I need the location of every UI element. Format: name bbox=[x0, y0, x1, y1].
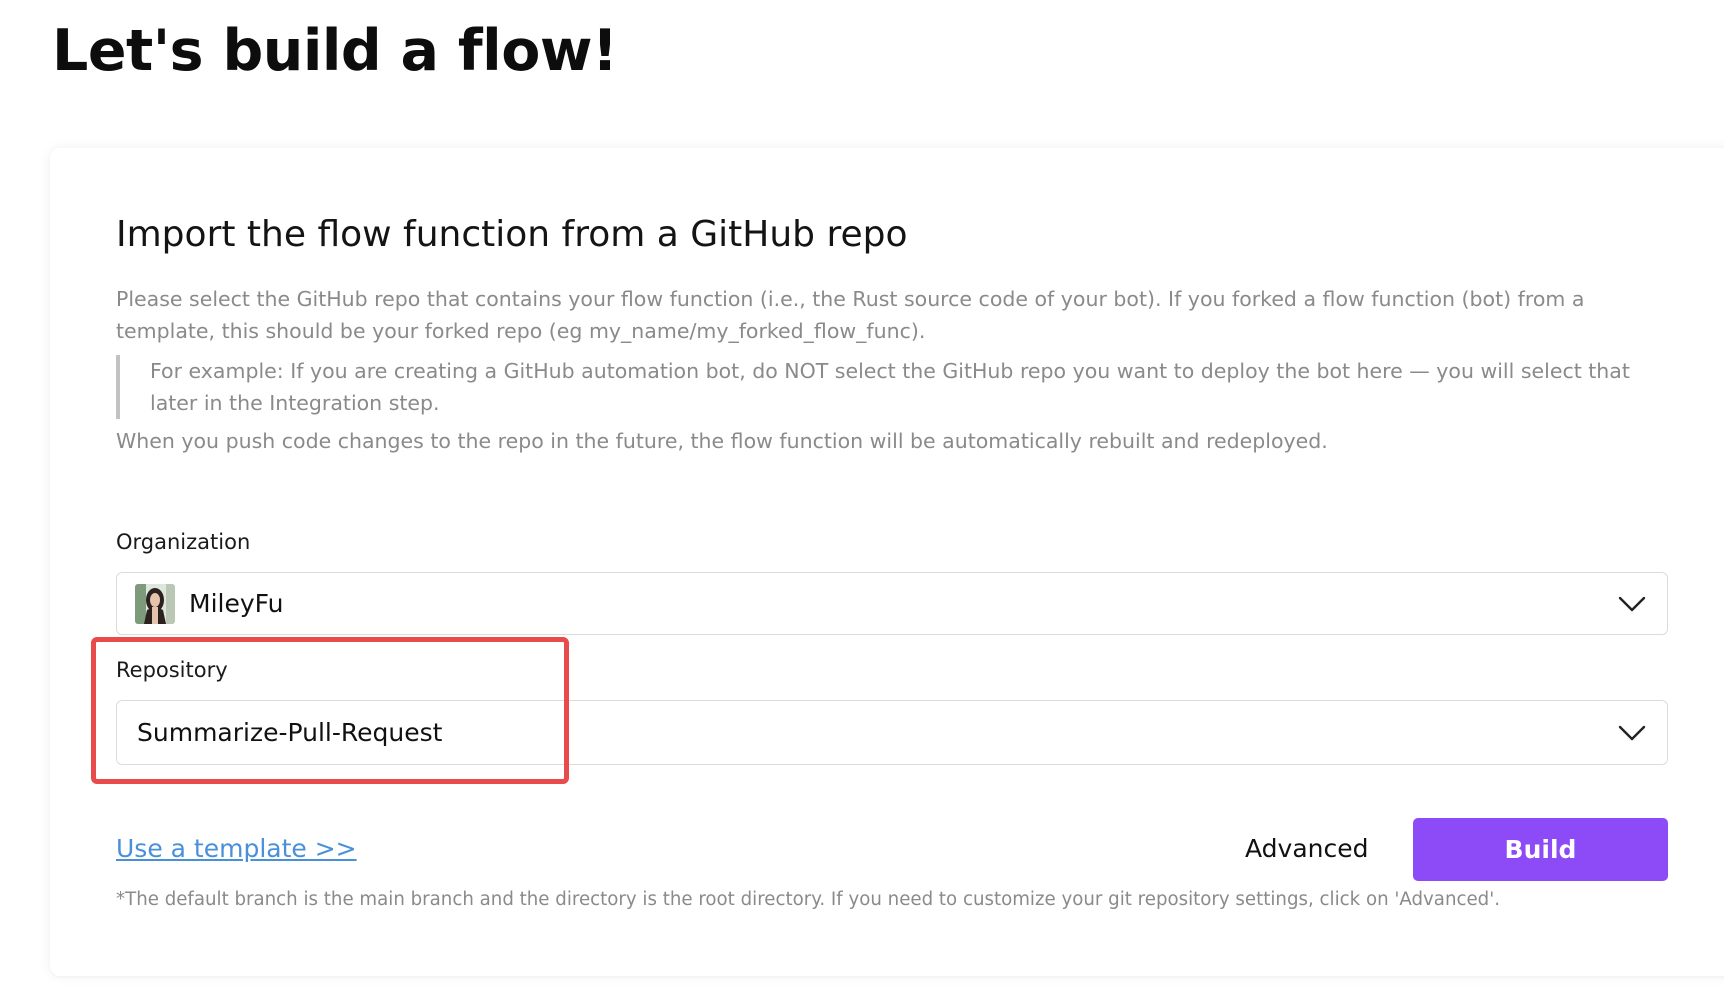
section-description: Please select the GitHub repo that conta… bbox=[116, 287, 1585, 343]
example-note: For example: If you are creating a GitHu… bbox=[116, 355, 1636, 419]
organization-value: MileyFu bbox=[189, 589, 284, 618]
chevron-down-icon bbox=[1618, 596, 1646, 611]
build-button[interactable]: Build bbox=[1413, 818, 1668, 881]
footnote: *The default branch is the main branch a… bbox=[116, 889, 1500, 910]
use-template-link[interactable]: Use a template >> bbox=[116, 834, 357, 863]
chevron-down-icon bbox=[1618, 725, 1646, 740]
repository-label: Repository bbox=[116, 658, 228, 682]
repository-select[interactable]: Summarize-Pull-Request bbox=[116, 700, 1668, 765]
advanced-button[interactable]: Advanced bbox=[1245, 834, 1369, 863]
avatar bbox=[135, 583, 175, 624]
auto-rebuild-note: When you push code changes to the repo i… bbox=[116, 429, 1328, 453]
section-title: Import the flow function from a GitHub r… bbox=[116, 214, 908, 255]
page-title: Let's build a flow! bbox=[52, 18, 618, 84]
repository-value: Summarize-Pull-Request bbox=[137, 718, 443, 747]
organization-label: Organization bbox=[116, 530, 251, 554]
organization-select[interactable]: MileyFu bbox=[116, 572, 1668, 635]
